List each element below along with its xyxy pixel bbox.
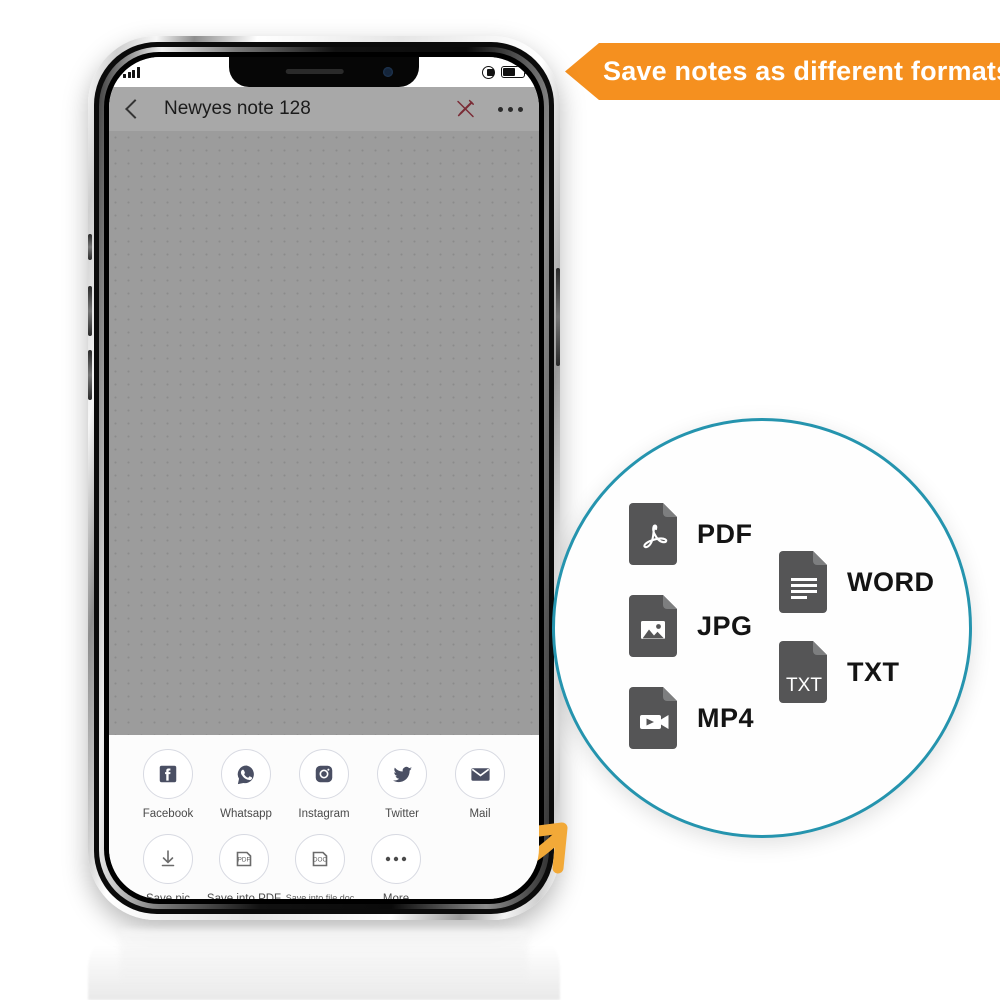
- instagram-icon: [299, 749, 349, 799]
- note-canvas[interactable]: [109, 131, 539, 735]
- whatsapp-icon: [221, 749, 271, 799]
- power-button[interactable]: [556, 268, 560, 366]
- word-file-icon: [779, 551, 827, 613]
- note-title: Newyes note 128: [164, 98, 311, 119]
- share-label: Save pic: [145, 893, 191, 899]
- phone-mockup: 5:20 PM Newyes note 128: [88, 36, 568, 926]
- share-item-facebook[interactable]: Facebook: [131, 749, 205, 820]
- jpg-file-icon: [629, 595, 677, 657]
- mail-icon: [455, 749, 505, 799]
- share-label: Mail: [469, 808, 491, 820]
- format-item-pdf: PDF: [627, 501, 753, 567]
- txt-file-icon: TXT: [779, 641, 827, 703]
- formats-callout-circle: PDF JPG MP4 WORD TXT TXT: [552, 418, 972, 838]
- app-header: Newyes note 128: [109, 87, 539, 131]
- format-label: TXT: [847, 656, 900, 687]
- overflow-menu-icon[interactable]: [498, 106, 523, 112]
- more-dots-icon: [371, 834, 421, 884]
- volume-up-button[interactable]: [88, 286, 92, 336]
- signal-bars-icon: [123, 66, 140, 78]
- svg-text:DOC: DOC: [313, 856, 328, 863]
- earpiece-speaker: [285, 69, 344, 74]
- pdf-file-icon: [629, 503, 677, 565]
- page-root: Save notes as different formats 5:20 PM: [0, 0, 1000, 1000]
- share-item-mail[interactable]: Mail: [443, 749, 517, 820]
- pdf-box-icon: PDF: [219, 834, 269, 884]
- headline-banner-text: Save notes as different formats: [603, 56, 1000, 86]
- share-label: Facebook: [142, 808, 194, 820]
- format-label: PDF: [697, 518, 753, 549]
- battery-fill: [503, 68, 515, 76]
- share-item-more[interactable]: More: [359, 834, 433, 899]
- format-label: JPG: [697, 610, 753, 641]
- front-camera-icon: [383, 67, 393, 77]
- mp4-file-icon: [629, 687, 677, 749]
- pen-crossed-out-icon[interactable]: [452, 96, 478, 122]
- phone-screen: 5:20 PM Newyes note 128: [109, 57, 539, 899]
- share-item-save-doc[interactable]: DOC Save into file doc: [283, 834, 357, 899]
- share-label: Save into file doc: [285, 893, 355, 899]
- format-item-word: WORD: [777, 549, 934, 615]
- download-icon: [143, 834, 193, 884]
- share-action-row: Save pic PDF Save into PDF DOC Save into…: [109, 834, 539, 899]
- format-label: MP4: [697, 702, 755, 733]
- share-label: Whatsapp: [220, 808, 272, 820]
- battery-icon: [501, 66, 528, 78]
- volume-down-button[interactable]: [88, 350, 92, 400]
- status-bar-right: [482, 65, 528, 79]
- headline-banner: Save notes as different formats: [565, 43, 1000, 100]
- share-label: Save into PDF: [206, 893, 282, 899]
- share-item-save-pic[interactable]: Save pic: [131, 834, 205, 899]
- phone-reflection: [88, 928, 560, 1000]
- doc-box-icon: DOC: [295, 834, 345, 884]
- format-label: WORD: [847, 566, 935, 597]
- silent-switch[interactable]: [88, 234, 92, 260]
- facebook-icon: [143, 749, 193, 799]
- svg-text:PDF: PDF: [238, 856, 251, 863]
- rotation-lock-icon: [482, 65, 495, 79]
- share-item-save-pdf[interactable]: PDF Save into PDF: [207, 834, 281, 899]
- svg-text:TXT: TXT: [786, 675, 822, 696]
- twitter-icon: [377, 749, 427, 799]
- share-label: Instagram: [298, 808, 350, 820]
- share-sheet: Facebook Whatsapp Instagram Twitter Mail…: [109, 735, 539, 899]
- app-header-actions: [452, 96, 523, 122]
- share-item-twitter[interactable]: Twitter: [365, 749, 439, 820]
- share-label: More: [382, 893, 410, 899]
- back-chevron-icon[interactable]: [125, 99, 145, 119]
- share-item-instagram[interactable]: Instagram: [287, 749, 361, 820]
- share-social-row: Facebook Whatsapp Instagram Twitter Mail: [109, 749, 539, 820]
- notch: [229, 57, 419, 87]
- format-item-mp4: MP4: [627, 685, 754, 751]
- format-item-jpg: JPG: [627, 593, 753, 659]
- share-label: Twitter: [385, 808, 419, 820]
- format-item-txt: TXT TXT: [777, 639, 900, 705]
- share-item-whatsapp[interactable]: Whatsapp: [209, 749, 283, 820]
